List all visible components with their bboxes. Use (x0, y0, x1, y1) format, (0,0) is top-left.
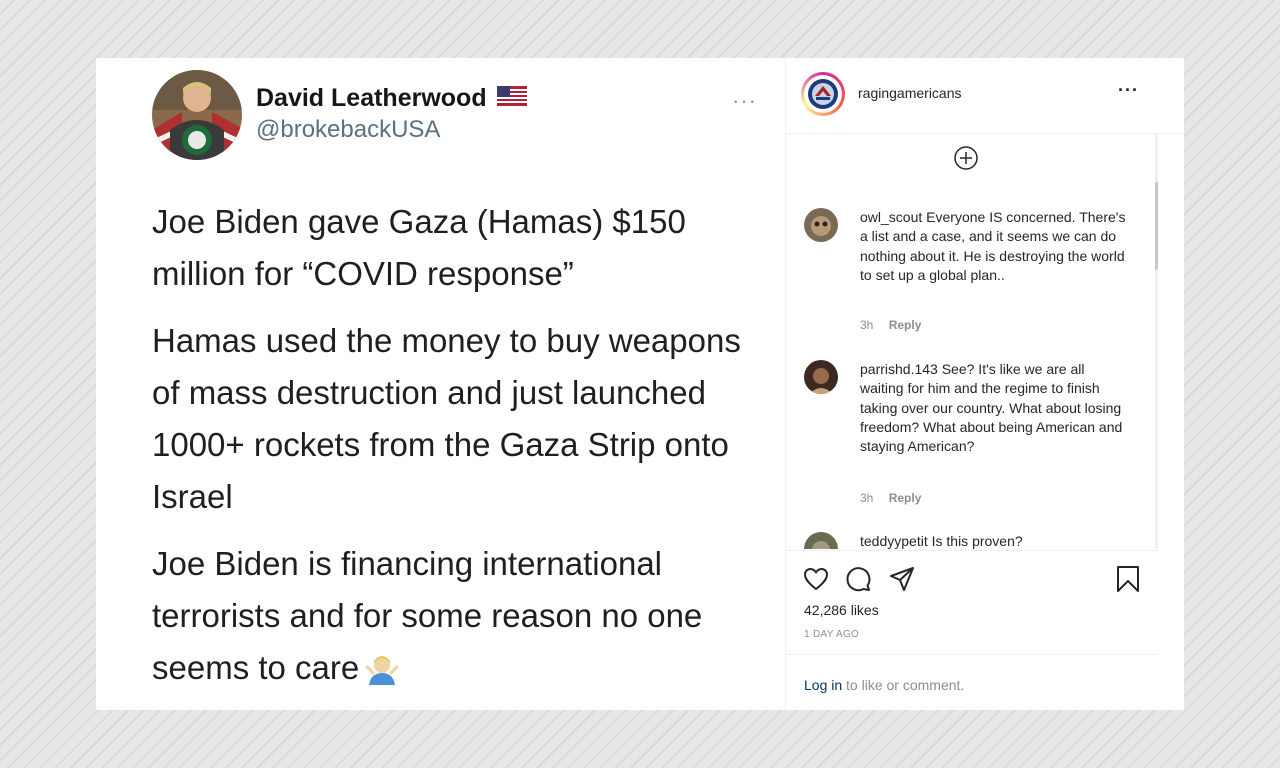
comment-username[interactable]: parrishd.143 (860, 361, 938, 377)
bookmark-icon[interactable] (1114, 565, 1142, 593)
tweet-paragraph-text: Joe Biden is financing international ter… (152, 545, 703, 686)
tweet-paragraph-last: Joe Biden is financing international ter… (152, 538, 772, 700)
tweet-more-options-icon[interactable]: ··· (732, 88, 757, 114)
likes-count[interactable]: 42,286 likes (804, 602, 879, 618)
tweet-paragraph: Joe Biden gave Gaza (Hamas) $150 million… (152, 203, 686, 292)
commenter-avatar[interactable] (804, 360, 838, 394)
comment-age: 3h (860, 491, 874, 505)
more-options-icon[interactable]: ··· (1118, 80, 1139, 101)
comment-text-block: teddyypetit Is this proven? (860, 532, 1130, 549)
comments-list: owl_scout Everyone IS concerned. There's… (786, 134, 1154, 549)
account-avatar-image (804, 75, 842, 113)
login-prompt-suffix: to like or comment. (846, 677, 965, 693)
commenter-avatar[interactable] (804, 208, 838, 242)
tweet-body: Joe Biden gave Gaza (Hamas) $150 million… (152, 196, 772, 710)
account-avatar[interactable] (801, 72, 845, 116)
login-prompt-text: Log in to like or comment. (804, 677, 964, 693)
tweet-display-name-text[interactable]: David Leatherwood (256, 84, 487, 113)
tweet-display-name[interactable]: David Leatherwood (256, 84, 527, 113)
share-icon[interactable] (888, 565, 916, 593)
heart-icon[interactable] (802, 565, 830, 593)
post-age: 1 DAY AGO (804, 629, 860, 640)
tweet-handle[interactable]: @brokebackUSA (256, 116, 440, 144)
reply-button[interactable]: Reply (889, 318, 922, 332)
post-header: ragingamericans ··· (786, 58, 1184, 134)
comment-username[interactable]: owl_scout (860, 209, 922, 225)
tweet-author-avatar[interactable] (152, 70, 242, 160)
login-prompt: Log in to like or comment. (786, 654, 1158, 710)
comment-meta: 3h Reply (860, 491, 933, 505)
account-username[interactable]: ragingamericans (858, 85, 962, 101)
screenshot-card: David Leatherwood @brokebackUSA ··· Joe … (96, 58, 1184, 710)
comment-text: Is this proven? (931, 533, 1023, 549)
tweet-paragraph: Hamas used the money to buy weapons of m… (152, 322, 741, 515)
comment-username[interactable]: teddyypetit (860, 533, 928, 549)
comment-text-block: owl_scout Everyone IS concerned. There's… (860, 208, 1130, 285)
instagram-panel: ragingamericans ··· owl_scout Everyone I… (785, 58, 1184, 710)
tweet-panel: David Leatherwood @brokebackUSA ··· Joe … (96, 58, 785, 710)
reply-button[interactable]: Reply (889, 491, 922, 505)
commenter-avatar[interactable] (804, 532, 838, 549)
login-link[interactable]: Log in (804, 677, 842, 693)
plus-circle-icon[interactable] (954, 146, 978, 170)
comment-meta: 3h Reply (860, 318, 933, 332)
comment-text-block: parrishd.143 See? It's like we are all w… (860, 360, 1130, 456)
comment-icon[interactable] (844, 565, 872, 593)
us-flag-icon (496, 84, 527, 113)
comments-scrollbar-thumb[interactable] (1155, 182, 1158, 270)
person-shrugging-icon (363, 648, 401, 700)
post-actions: 42,286 likes 1 DAY AGO (786, 550, 1158, 661)
comment-age: 3h (860, 318, 874, 332)
